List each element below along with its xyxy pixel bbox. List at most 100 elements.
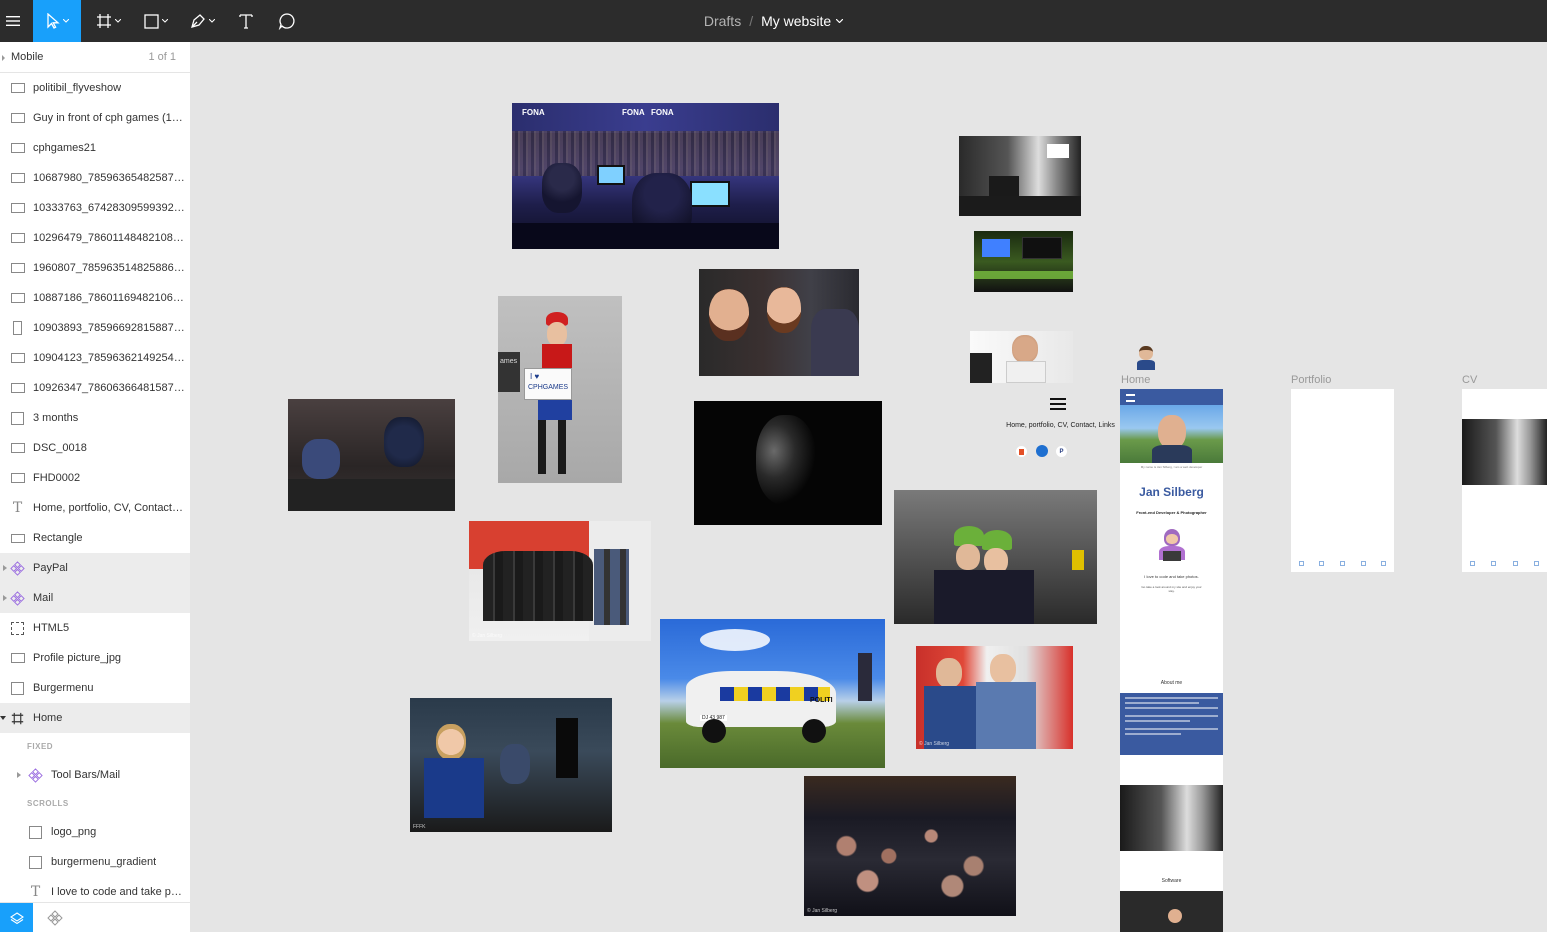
frame-tool-icon [96,14,111,28]
move-tool-button[interactable] [33,0,81,42]
frame-toolbar-icons [1462,561,1547,569]
portfolio-frame[interactable] [1291,389,1394,572]
pen-tool-icon [190,14,205,28]
photo-esports-stage[interactable]: FONA FONA FONA [512,103,779,249]
about-text-block [1120,693,1223,755]
frame-label-home[interactable]: Home [1121,374,1150,386]
paypal-icon[interactable]: P [1056,446,1067,457]
layer-html5[interactable]: HTML5 [0,613,190,643]
layers-tab[interactable] [0,903,33,932]
text-icon: T [30,883,41,900]
text-icon: T [12,499,23,516]
layer-label: Guy in front of cph games (1 of 1) [33,112,185,124]
image-icon [10,81,25,96]
photo-group[interactable]: © Jan Silberg [469,521,651,641]
pen-tool-button[interactable] [182,0,222,42]
layer-10296479-786011484821081-123[interactable]: 10296479_786011484821081_123 [0,223,190,253]
layer-logo-png[interactable]: logo_png [0,817,190,847]
expand-arrow-icon[interactable] [17,772,21,778]
frame-tool-icon [10,711,25,726]
frame-label-portfolio[interactable]: Portfolio [1291,374,1331,386]
file-name[interactable]: My website [761,13,831,29]
layer-3-months[interactable]: 3 months [0,403,190,433]
layer-burgermenu-gradient[interactable]: burgermenu_gradient [0,847,190,877]
layer-10687980-785963654825876-123[interactable]: 10687980_785963654825876_123 [0,163,190,193]
expand-arrow-icon[interactable] [3,595,7,601]
layer-10904123-785963621492543-123[interactable]: 10904123_785963621492543_123 [0,343,190,373]
layer-label: Home, portfolio, CV, Contact, Links [33,502,185,514]
image-icon [10,201,25,216]
chevron-down-icon[interactable] [836,19,844,23]
photo-business-men[interactable]: © Jan Silberg [916,646,1073,749]
burgermenu-icon[interactable] [1050,398,1066,410]
layer-paypal[interactable]: PayPal [0,553,190,583]
layer-1960807-785963514825886-123[interactable]: 1960807_785963514825886_123 [0,253,190,283]
photo-police-car[interactable]: POLITI DJ 43 987 [660,619,885,768]
shape-tool-button[interactable] [136,0,176,42]
figma-editor: Drafts / My website Mobile 1 of 1 politi… [0,0,1547,932]
layer-guy-in-front-of-cph-games-1-of[interactable]: Guy in front of cph games (1 of 1) [0,103,190,133]
image-icon [10,141,25,156]
home-name: Jan Silberg [1139,485,1204,499]
layer-label: cphgames21 [33,142,96,154]
photo-caption: © Jan Silberg [919,741,950,747]
layer-fhd0002[interactable]: FHD0002 [0,463,190,493]
layer-label: Mail [33,592,54,604]
expand-arrow-icon[interactable] [3,565,7,571]
layer-politibil-flyveshow[interactable]: politibil_flyveshow [0,73,190,103]
layer-label: 10333763_674283095993921_123 [33,202,185,214]
layer-dsc-0018[interactable]: DSC_0018 [0,433,190,463]
layer-home[interactable]: Home [0,703,190,733]
page-selector[interactable]: Mobile 1 of 1 [0,42,190,73]
layer-10903893-785966928158876-123[interactable]: 10903893_785966928158876_123 [0,313,190,343]
home-tagline: I love to code and take photos. [1144,574,1199,579]
component-icon [10,560,25,576]
page-count: 1 of 1 [148,51,176,63]
frame-tool-button[interactable] [88,0,128,42]
avatar-sticker[interactable] [1137,346,1155,372]
text-tool-icon[interactable] [232,0,260,42]
photo-green-hats[interactable] [894,490,1097,624]
photo-gamers-table[interactable] [288,399,455,511]
frame-label-cv[interactable]: CV [1462,374,1477,386]
photo-gamer-girl[interactable]: FFFK [410,698,612,832]
collapse-arrow-icon[interactable] [0,716,6,720]
component-icon [10,590,25,606]
layer-tool-bars-mail[interactable]: Tool Bars/Mail [0,760,190,790]
photo-caption: © Jan Silberg [472,633,503,639]
canvas[interactable]: FONA FONA FONA ames I ♥ CPHGAMES Home, p… [191,42,1547,932]
cv-frame[interactable] [1462,389,1547,572]
layer-10887186-786011694821060-123[interactable]: 10887186_786011694821060_123 [0,283,190,313]
home-tagline-sub: Go take a look around my site and enjoy … [1141,585,1202,593]
layer-mail[interactable]: Mail [0,583,190,613]
html5-icon[interactable] [1016,446,1027,457]
image-icon [10,351,25,366]
layer-profile-picture-jpg[interactable]: Profile picture_jpg [0,643,190,673]
photo-girls-selfie[interactable] [699,269,859,376]
image-icon [10,441,25,456]
breadcrumb-drafts[interactable]: Drafts [704,13,741,29]
layer-label: PayPal [33,562,68,574]
photo-guy-headset[interactable] [970,331,1073,383]
hamburger-menu-icon[interactable] [0,0,26,42]
frame-icon [28,825,43,840]
layer-10926347-786063664815876-123[interactable]: 10926347_786063664815876_123 [0,373,190,403]
layer-label: politibil_flyveshow [33,82,122,94]
photo-cosplay-girl[interactable]: ames I ♥ CPHGAMES [498,296,622,483]
photo-gaming-desk[interactable] [974,231,1073,292]
comment-tool-icon[interactable] [272,0,302,42]
components-tab[interactable] [38,903,71,932]
layer-10333763-674283095993921-123[interactable]: 10333763_674283095993921_123 [0,193,190,223]
layer-rectangle[interactable]: Rectangle [0,523,190,553]
chevron-down-icon [208,19,215,23]
photo-studio-setup[interactable] [959,136,1081,216]
home-frame[interactable]: My name is Jan Silberg, I am a web devel… [1120,389,1223,932]
frame-icon [10,411,25,426]
photo-dark-portrait[interactable] [694,401,882,525]
photo-crowd[interactable]: © Jan Silberg [804,776,1016,916]
mail-icon[interactable] [1036,445,1048,457]
layer-home-portfolio-cv-contact-link[interactable]: T Home, portfolio, CV, Contact, Links [0,493,190,523]
layer-burgermenu[interactable]: Burgermenu [0,673,190,703]
burgermenu-icon[interactable] [1126,394,1135,402]
layer-cphgames21[interactable]: cphgames21 [0,133,190,163]
